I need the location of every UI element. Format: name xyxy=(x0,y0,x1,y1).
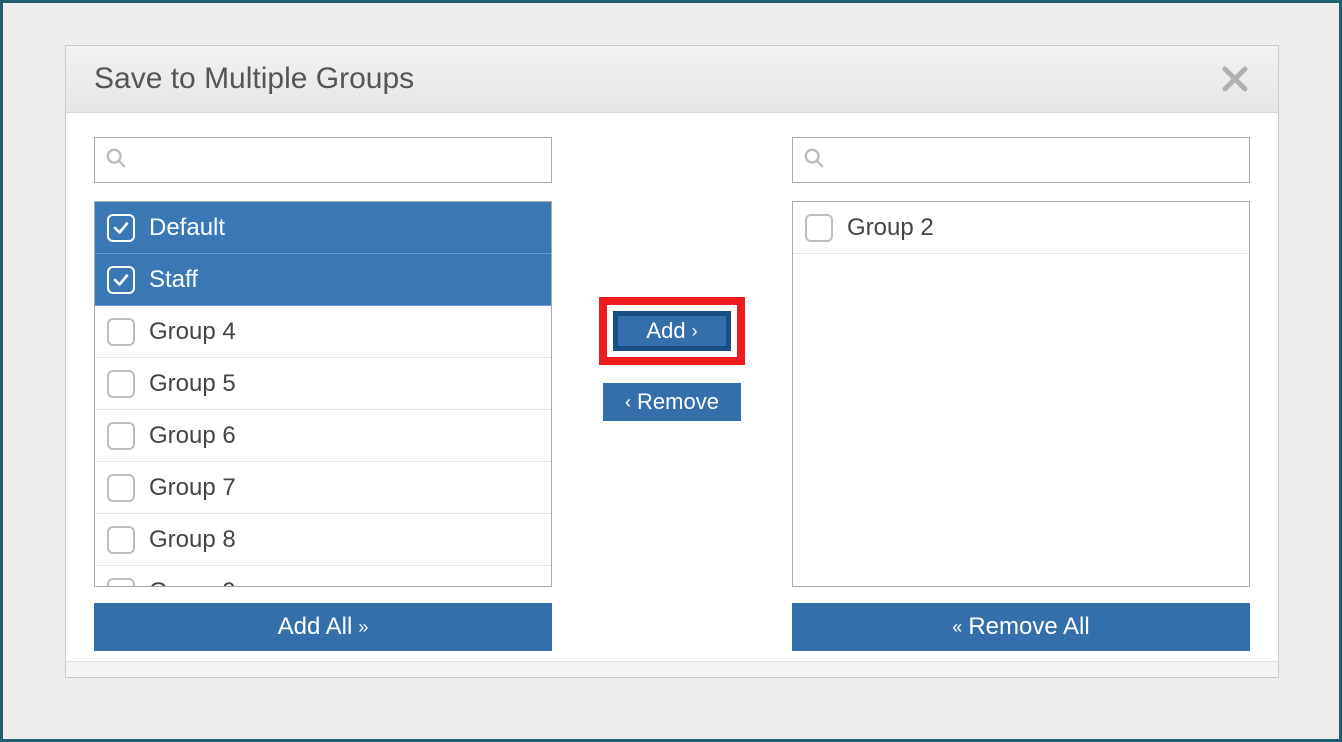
list-item[interactable]: Group 6 xyxy=(95,410,551,462)
list-item[interactable]: Group 8 xyxy=(95,514,551,566)
list-item-label: Group 8 xyxy=(149,526,236,554)
dialog-body: Default Staff Group 4 Group 5 Group 6 Group 7… xyxy=(66,113,1278,661)
dialog-title: Save to Multiple Groups xyxy=(94,62,414,96)
list-item[interactable]: Group 2 xyxy=(793,202,1249,254)
chevron-right-icon: › xyxy=(692,321,698,342)
list-item-label: Group 6 xyxy=(149,422,236,450)
checkbox-icon[interactable] xyxy=(107,318,135,346)
checkbox-icon[interactable] xyxy=(107,422,135,450)
list-item-label: Group 2 xyxy=(847,214,934,242)
app-frame: Save to Multiple Groups Default Staff Grou… xyxy=(0,0,1342,742)
save-groups-dialog: Save to Multiple Groups Default Staff Grou… xyxy=(65,45,1279,678)
list-item[interactable]: Staff xyxy=(95,254,551,306)
add-button[interactable]: Add › xyxy=(613,311,730,351)
dialog-header: Save to Multiple Groups xyxy=(66,46,1278,113)
available-listbox[interactable]: Default Staff Group 4 Group 5 Group 6 Group 7… xyxy=(94,201,552,587)
selected-search-input[interactable] xyxy=(831,148,1239,173)
checkbox-icon[interactable] xyxy=(107,578,135,588)
remove-all-label: Remove All xyxy=(968,613,1089,641)
add-all-label: Add All xyxy=(278,613,353,641)
available-search-input[interactable] xyxy=(133,148,541,173)
add-label: Add xyxy=(646,318,685,344)
remove-all-button[interactable]: « Remove All xyxy=(792,603,1250,651)
remove-label: Remove xyxy=(637,389,719,415)
chevron-left-icon: ‹ xyxy=(625,392,631,413)
selected-listbox[interactable]: Group 2 xyxy=(792,201,1250,587)
add-button-highlight: Add › xyxy=(599,297,744,365)
checkbox-icon[interactable] xyxy=(107,526,135,554)
list-item-label: Default xyxy=(149,214,225,242)
checkbox-icon[interactable] xyxy=(805,214,833,242)
list-item-label: Group 5 xyxy=(149,370,236,398)
list-item-label: Group 7 xyxy=(149,474,236,502)
checkbox-icon[interactable] xyxy=(107,370,135,398)
list-item[interactable]: Group 5 xyxy=(95,358,551,410)
checkbox-checked-icon[interactable] xyxy=(107,266,135,294)
checkbox-icon[interactable] xyxy=(107,474,135,502)
list-item[interactable]: Group 4 xyxy=(95,306,551,358)
available-column: Default Staff Group 4 Group 5 Group 6 Group 7… xyxy=(94,137,552,651)
remove-button[interactable]: ‹ Remove xyxy=(603,383,741,421)
list-item-label: Group 4 xyxy=(149,318,236,346)
list-item[interactable]: Group 7 xyxy=(95,462,551,514)
close-icon[interactable] xyxy=(1220,64,1250,94)
search-icon xyxy=(105,147,127,174)
transfer-buttons: Add › ‹ Remove xyxy=(552,137,792,421)
list-item-label: Staff xyxy=(149,266,198,294)
checkbox-checked-icon[interactable] xyxy=(107,214,135,242)
double-chevron-left-icon: « xyxy=(952,617,962,638)
dialog-footer xyxy=(66,661,1278,677)
list-item[interactable]: Default xyxy=(95,202,551,254)
available-search-wrap xyxy=(94,137,552,183)
selected-column: Group 2 « Remove All xyxy=(792,137,1250,651)
list-item-label: Group 9 xyxy=(149,578,236,588)
add-all-button[interactable]: Add All » xyxy=(94,603,552,651)
list-item[interactable]: Group 9 xyxy=(95,566,551,587)
search-icon xyxy=(803,147,825,174)
double-chevron-right-icon: » xyxy=(358,617,368,638)
selected-search-wrap xyxy=(792,137,1250,183)
